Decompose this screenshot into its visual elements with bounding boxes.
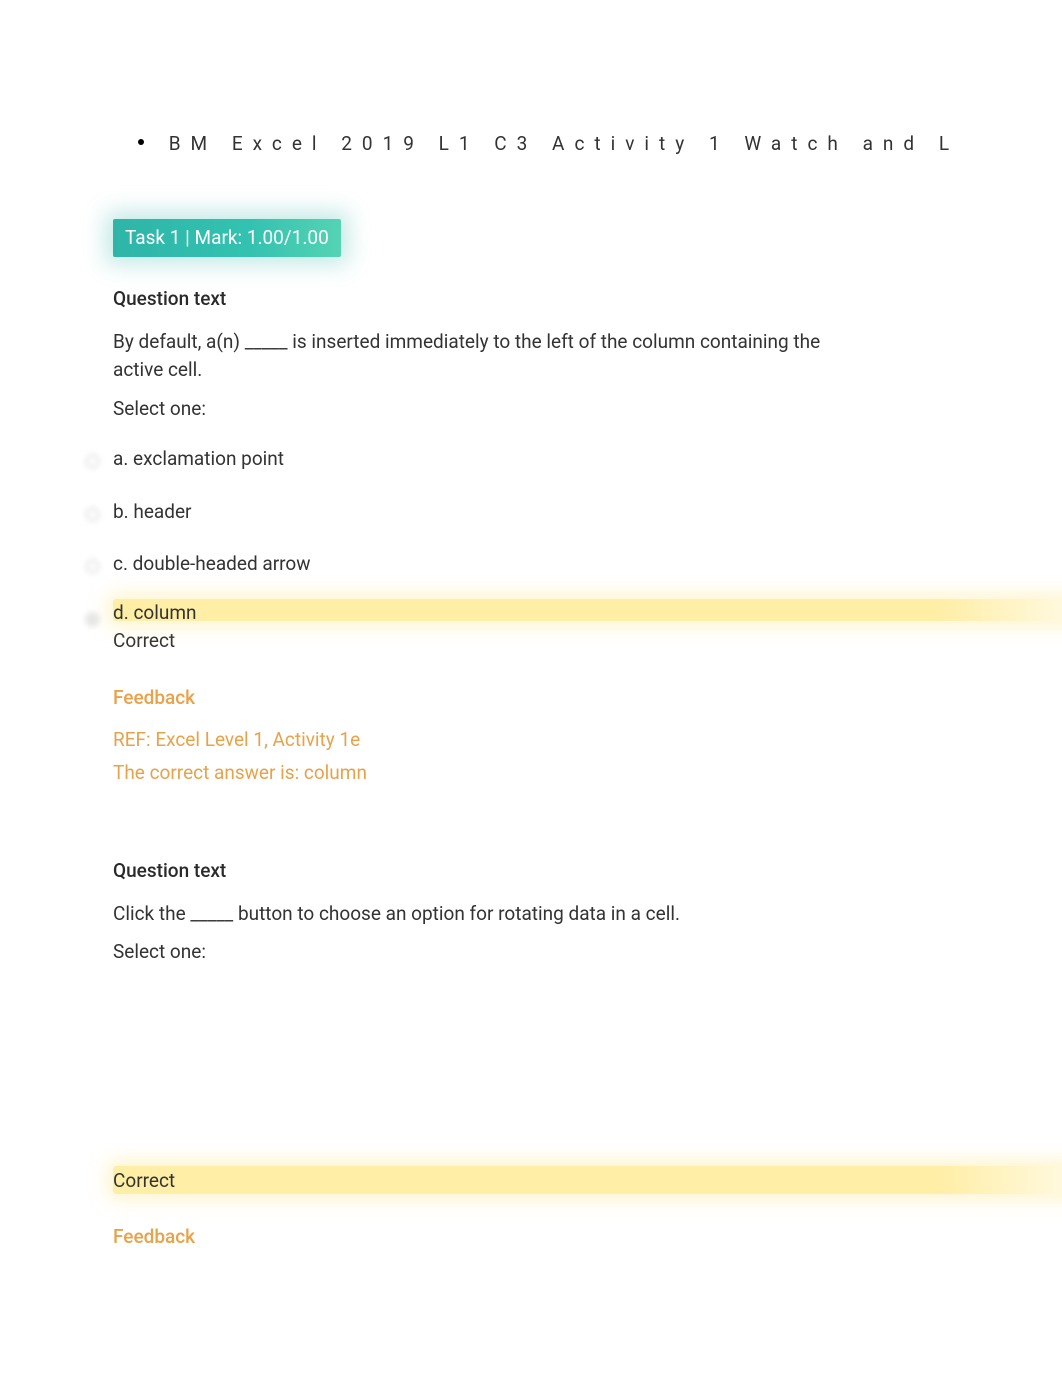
option-d[interactable]: d. column Correct <box>113 591 1022 656</box>
option-label: c. double-headed arrow <box>113 550 311 579</box>
feedback-answer: The correct answer is: column <box>113 759 1022 788</box>
select-one-label: Select one: <box>113 938 1022 967</box>
feedback-ref: REF: Excel Level 1, Activity 1e <box>113 726 1022 755</box>
feedback-block: Feedback <box>113 1223 1022 1252</box>
question-body: By default, a(n) _____ is inserted immed… <box>113 328 843 385</box>
radio-icon[interactable] <box>85 607 100 622</box>
content-area: Task 1 | Mark: 1.00/1.00 Question text B… <box>0 219 1062 1252</box>
select-one-label: Select one: <box>113 395 1022 424</box>
task-mark-badge: Task 1 | Mark: 1.00/1.00 <box>113 219 341 258</box>
feedback-block: Feedback REF: Excel Level 1, Activity 1e… <box>113 684 1022 788</box>
breadcrumb-title[interactable]: BM Excel 2019 L1 C3 Activity 1 Watch and… <box>169 132 959 155</box>
question-body: Click the _____ button to choose an opti… <box>113 900 843 929</box>
correct-row: Correct <box>113 1167 1022 1196</box>
option-label: b. header <box>113 498 192 527</box>
question-2: Question text Click the _____ button to … <box>113 857 1022 1252</box>
options-list: a. exclamation point b. header c. double… <box>113 433 1022 656</box>
radio-icon[interactable] <box>85 502 100 517</box>
selected-answer-highlight: d. column <box>113 599 1022 628</box>
breadcrumb: BM Excel 2019 L1 C3 Activity 1 Watch and… <box>0 50 1062 219</box>
option-a[interactable]: a. exclamation point <box>113 433 1022 486</box>
question-heading: Question text <box>113 857 1022 886</box>
option-b[interactable]: b. header <box>113 486 1022 539</box>
correct-label: Correct <box>113 1169 175 1192</box>
page-root: BM Excel 2019 L1 C3 Activity 1 Watch and… <box>0 0 1062 1366</box>
option-label: a. exclamation point <box>113 445 284 474</box>
feedback-heading: Feedback <box>113 1223 1022 1252</box>
question-1: Question text By default, a(n) _____ is … <box>113 285 1022 787</box>
question-heading: Question text <box>113 285 1022 314</box>
bullet-icon <box>138 139 144 145</box>
option-c[interactable]: c. double-headed arrow <box>113 538 1022 591</box>
feedback-heading: Feedback <box>113 684 1022 713</box>
option-label: d. column <box>113 599 196 628</box>
correct-label: Correct <box>113 627 1022 656</box>
radio-icon[interactable] <box>85 554 100 569</box>
radio-icon[interactable] <box>85 449 100 464</box>
